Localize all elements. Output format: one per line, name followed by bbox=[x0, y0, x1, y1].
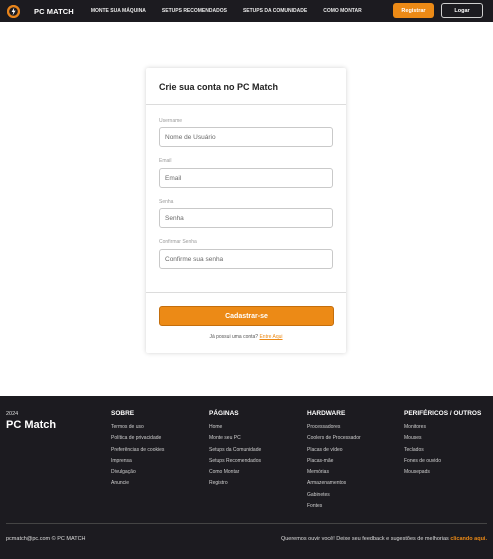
footer-link[interactable]: Política de privacidade bbox=[111, 433, 164, 444]
footer-brand: PC Match bbox=[6, 419, 57, 431]
brand-name: PC MATCH bbox=[34, 6, 74, 16]
footer-link[interactable]: Como Montar bbox=[209, 467, 261, 478]
login-hint: Já possui uma conta? Entre Aqui bbox=[146, 334, 346, 340]
signup-card: Crie sua conta no PC Match Username Emai… bbox=[146, 68, 346, 353]
footer-link[interactable]: Placas-mãe bbox=[307, 456, 361, 467]
footer: 2024 PC Match SOBRE Termos de uso Políti… bbox=[0, 396, 493, 559]
footer-link[interactable]: Fontes bbox=[307, 501, 361, 512]
nav-links: MONTE SUA MÁQUINA SETUPS RECOMENDADOS SE… bbox=[91, 8, 378, 14]
username-label: Username bbox=[159, 118, 183, 124]
login-prompt-text: Já possui uma conta? bbox=[209, 334, 259, 340]
footer-link[interactable]: Coolers de Processador bbox=[307, 433, 361, 444]
signup-title: Crie sua conta no PC Match bbox=[159, 82, 279, 92]
feedback-text: Queremos ouvir você! Deixe seu feedback … bbox=[280, 536, 449, 542]
signup-submit-button[interactable]: Cadastrar-se bbox=[159, 306, 334, 326]
footer-column-title: PÁGINAS bbox=[209, 410, 239, 417]
login-link[interactable]: Entre Aqui bbox=[259, 334, 282, 340]
confirm-password-label: Confirmar Senha bbox=[159, 239, 197, 245]
footer-link[interactable]: Home bbox=[209, 422, 261, 433]
footer-link[interactable]: Imprensa bbox=[111, 456, 164, 467]
footer-link[interactable]: Preferências de cookies bbox=[111, 445, 164, 456]
pc-match-logo-icon bbox=[7, 4, 20, 18]
footer-column-sobre: SOBRE Termos de uso Política de privacid… bbox=[111, 410, 164, 490]
email-input[interactable] bbox=[159, 168, 333, 188]
footer-link[interactable]: Registro bbox=[209, 478, 261, 489]
footer-link[interactable]: Divulgação bbox=[111, 467, 164, 478]
footer-link[interactable]: Gabinetes bbox=[307, 490, 361, 501]
footer-link[interactable]: Teclados bbox=[404, 445, 481, 456]
footer-link[interactable]: Anuncie bbox=[111, 478, 164, 489]
footer-link[interactable]: Fones de ouvido bbox=[404, 456, 481, 467]
username-input[interactable] bbox=[159, 127, 333, 147]
card-divider-top bbox=[146, 104, 346, 105]
nav-link-setups-da-comunidade[interactable]: SETUPS DA COMUNIDADE bbox=[243, 8, 307, 14]
footer-column-title: PERIFÉRICOS / OUTROS bbox=[404, 410, 482, 417]
footer-link[interactable]: Monte seu PC bbox=[209, 433, 261, 444]
footer-column-paginas: PÁGINAS Home Monte seu PC Setups da Comu… bbox=[209, 410, 261, 490]
footer-link[interactable]: Mousepads bbox=[404, 467, 481, 478]
card-divider-bottom bbox=[146, 292, 346, 293]
nav-link-como-montar[interactable]: COMO MONTAR bbox=[323, 8, 362, 14]
footer-link[interactable]: Memórias bbox=[307, 467, 361, 478]
confirm-password-input[interactable] bbox=[159, 249, 333, 269]
footer-link[interactable]: Armazenamentos bbox=[307, 478, 361, 489]
footer-link[interactable]: Termos de uso bbox=[111, 422, 164, 433]
footer-divider bbox=[6, 523, 487, 524]
footer-copyright: pcmatch@pc.com © PC MATCH bbox=[6, 536, 86, 542]
login-button[interactable]: Logar bbox=[441, 3, 483, 18]
password-label: Senha bbox=[159, 199, 174, 205]
email-label: Email bbox=[159, 158, 172, 164]
footer-link[interactable]: Setups Recomendados bbox=[209, 456, 261, 467]
footer-year: 2024 bbox=[6, 411, 19, 417]
footer-link[interactable]: Processadores bbox=[307, 422, 361, 433]
footer-column-title: HARDWARE bbox=[307, 410, 346, 417]
feedback-link[interactable]: clicando aqui. bbox=[450, 536, 487, 542]
footer-link[interactable]: Setups da Comunidade bbox=[209, 445, 261, 456]
navbar: PC MATCH MONTE SUA MÁQUINA SETUPS RECOME… bbox=[0, 0, 493, 22]
nav-link-monte-sua-maquina[interactable]: MONTE SUA MÁQUINA bbox=[91, 8, 146, 14]
footer-link[interactable]: Mouses bbox=[404, 433, 481, 444]
footer-link[interactable]: Monitores bbox=[404, 422, 481, 433]
footer-column-title: SOBRE bbox=[111, 410, 135, 417]
nav-link-setups-recomendados[interactable]: SETUPS RECOMENDADOS bbox=[162, 8, 227, 14]
footer-column-perifericos: PERIFÉRICOS / OUTROS Monitores Mouses Te… bbox=[404, 410, 481, 478]
brand[interactable]: PC MATCH bbox=[7, 4, 74, 18]
footer-column-hardware: HARDWARE Processadores Coolers de Proces… bbox=[307, 410, 361, 512]
password-input[interactable] bbox=[159, 208, 333, 228]
footer-feedback: Queremos ouvir você! Deixe seu feedback … bbox=[281, 536, 487, 542]
register-button[interactable]: Registrar bbox=[393, 3, 434, 18]
footer-link[interactable]: Placas de vídeo bbox=[307, 445, 361, 456]
